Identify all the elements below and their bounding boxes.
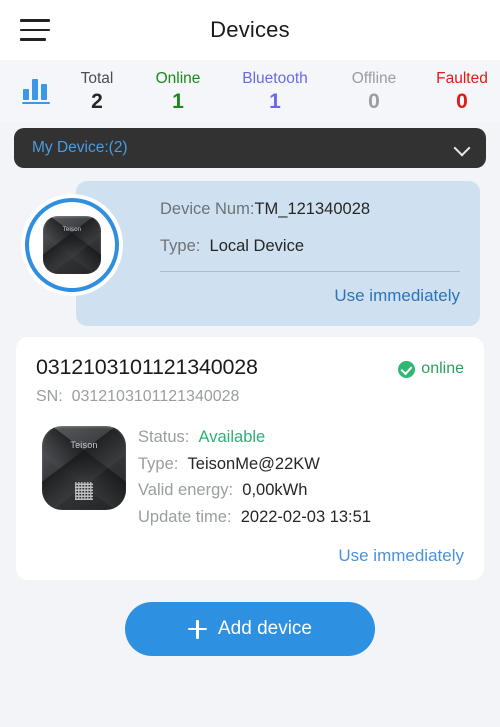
device-list-item[interactable]: 0312103101121340028 online SN: 031210310… xyxy=(16,337,484,580)
detail-label: Status: xyxy=(138,428,190,446)
page-title: Devices xyxy=(210,17,290,42)
device-card-body: Teison Status: Available Type: TeisonMe@… xyxy=(36,424,464,530)
my-device-dropdown-label: My Device:(2) xyxy=(32,139,128,156)
stat-faulted[interactable]: Faulted 0 xyxy=(418,69,500,114)
device-sn-row: SN: 0312103101121340028 xyxy=(36,388,464,406)
detail-row-type: Type: TeisonMe@22KW xyxy=(138,451,464,478)
device-selector-container: My Device:(2) xyxy=(0,122,500,168)
detail-value: 2022-02-03 13:51 xyxy=(240,507,371,526)
device-num-value: TM_121340028 xyxy=(254,200,371,218)
chart-bar xyxy=(41,84,47,100)
detail-row-status: Status: Available xyxy=(138,424,464,451)
detail-value: TeisonMe@22KW xyxy=(187,454,320,473)
stat-offline[interactable]: Offline 0 xyxy=(330,69,418,114)
device-id: 0312103101121340028 xyxy=(36,355,258,379)
chart-baseline xyxy=(22,102,50,104)
device-detail-rows: Status: Available Type: TeisonMe@22KW Va… xyxy=(132,424,464,530)
stat-label: Faulted xyxy=(436,69,488,87)
stat-label: Bluetooth xyxy=(242,69,308,87)
stat-value: 1 xyxy=(269,89,281,113)
stat-bluetooth[interactable]: Bluetooth 1 xyxy=(220,69,330,114)
detail-label: Type: xyxy=(138,454,179,473)
bar-chart-icon[interactable] xyxy=(14,77,58,105)
stat-online[interactable]: Online 1 xyxy=(136,69,220,114)
detail-value: 0,00kWh xyxy=(242,481,308,499)
stat-label: Online xyxy=(155,69,201,87)
stat-value: 1 xyxy=(172,89,184,113)
detail-label: Valid energy: xyxy=(138,481,234,499)
device-num-row: Device Num:TM_121340028 xyxy=(160,197,460,221)
charger-illustration: Teison xyxy=(42,426,126,510)
device-sn-label: SN: xyxy=(36,388,63,405)
ev-charger-device-image: Teison xyxy=(36,424,132,530)
stat-label: Offline xyxy=(351,69,397,87)
detail-label: Update time: xyxy=(138,507,232,526)
status-badge: online xyxy=(398,355,464,378)
add-device-button[interactable]: Add device xyxy=(125,602,375,656)
my-device-dropdown[interactable]: My Device:(2) xyxy=(14,128,486,168)
app-header: Devices xyxy=(0,0,500,60)
check-circle-icon xyxy=(398,360,416,378)
device-num-label: Device Num: xyxy=(160,200,255,218)
hamburger-line xyxy=(20,38,46,41)
hamburger-line xyxy=(20,19,50,22)
chart-bar xyxy=(32,79,38,100)
chart-bar xyxy=(23,89,29,100)
use-immediately-link-device[interactable]: Use immediately xyxy=(36,546,464,566)
add-device-container: Add device xyxy=(0,602,500,656)
device-type-row: Type: Local Device xyxy=(160,234,460,258)
add-device-label: Add device xyxy=(217,618,312,639)
chevron-down-icon[interactable] xyxy=(454,140,470,156)
detail-row-valid-energy: Valid energy: 0,00kWh xyxy=(138,477,464,504)
divider xyxy=(160,271,460,272)
charger-illustration: Teison xyxy=(43,216,101,274)
local-device-card-body: Device Num:TM_121340028 Type: Local Devi… xyxy=(76,181,480,326)
qr-code-icon xyxy=(75,481,93,500)
device-card-header: 0312103101121340028 online xyxy=(36,355,464,380)
charger-brand-logo: Teison xyxy=(62,227,82,234)
hamburger-line xyxy=(20,28,50,32)
detail-value: Available xyxy=(198,428,266,446)
stat-value: 0 xyxy=(368,89,380,113)
device-sn-value: 0312103101121340028 xyxy=(71,388,240,405)
device-type-value: Local Device xyxy=(209,237,304,255)
stat-value: 0 xyxy=(456,89,468,113)
device-stats-bar: Total 2 Online 1 Bluetooth 1 Offline 0 F… xyxy=(0,60,500,122)
plus-icon xyxy=(187,619,207,639)
detail-row-update-time: Update time: 2022-02-03 13:51 xyxy=(138,504,464,531)
ev-charger-device-image: Teison xyxy=(25,198,119,292)
local-device-card[interactable]: Device Num:TM_121340028 Type: Local Devi… xyxy=(0,181,500,326)
use-immediately-link-local[interactable]: Use immediately xyxy=(160,286,460,306)
stat-total[interactable]: Total 2 xyxy=(58,69,136,114)
hamburger-menu-icon[interactable] xyxy=(20,19,50,41)
status-badge-label: online xyxy=(421,360,464,377)
charger-brand-logo: Teison xyxy=(70,440,98,451)
device-type-label: Type: xyxy=(160,237,201,255)
stat-value: 2 xyxy=(91,89,103,113)
stat-label: Total xyxy=(80,69,114,87)
